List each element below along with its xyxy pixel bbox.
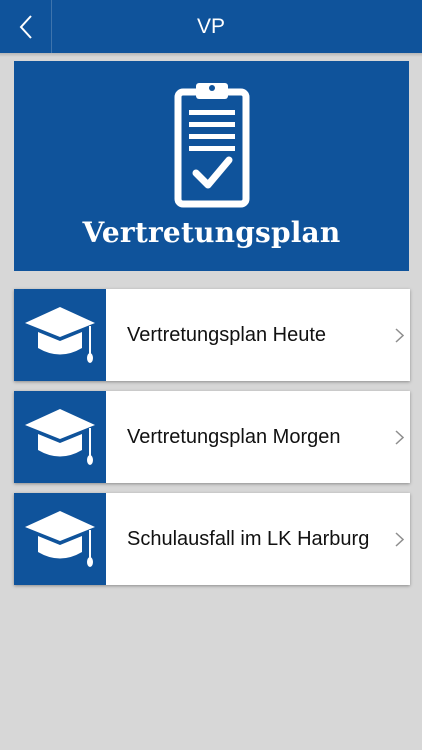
menu-icon-box [14,391,106,483]
chevron-right-icon [395,532,404,547]
menu-item-label: Vertretungsplan Heute [127,324,327,346]
navigation-bar: VP [0,0,422,53]
clipboard-check-icon [174,83,250,208]
chevron-right-icon [395,430,404,445]
graduation-cap-icon [25,511,95,567]
menu-icon-box [14,493,106,585]
nav-shadow [0,53,422,57]
page-title: VP [196,15,225,38]
menu-item-label: Vertretungsplan Morgen [127,426,341,448]
chevron-right-icon [395,328,404,343]
menu-item-vertretungsplan-morgen[interactable]: Vertretungsplan Morgen [14,391,410,483]
menu-item-vertretungsplan-heute[interactable]: Vertretungsplan Heute [14,289,410,381]
menu-item-schulausfall[interactable]: Schulausfall im LK Harburg [14,493,410,585]
menu-item-label: Schulausfall im LK Harburg [127,528,370,550]
menu-icon-box [14,289,106,381]
hero-banner: Vertretungsplan [14,61,409,271]
graduation-cap-icon [25,409,95,465]
graduation-cap-icon [25,307,95,363]
hero-title: Vertretungsplan [82,216,341,249]
